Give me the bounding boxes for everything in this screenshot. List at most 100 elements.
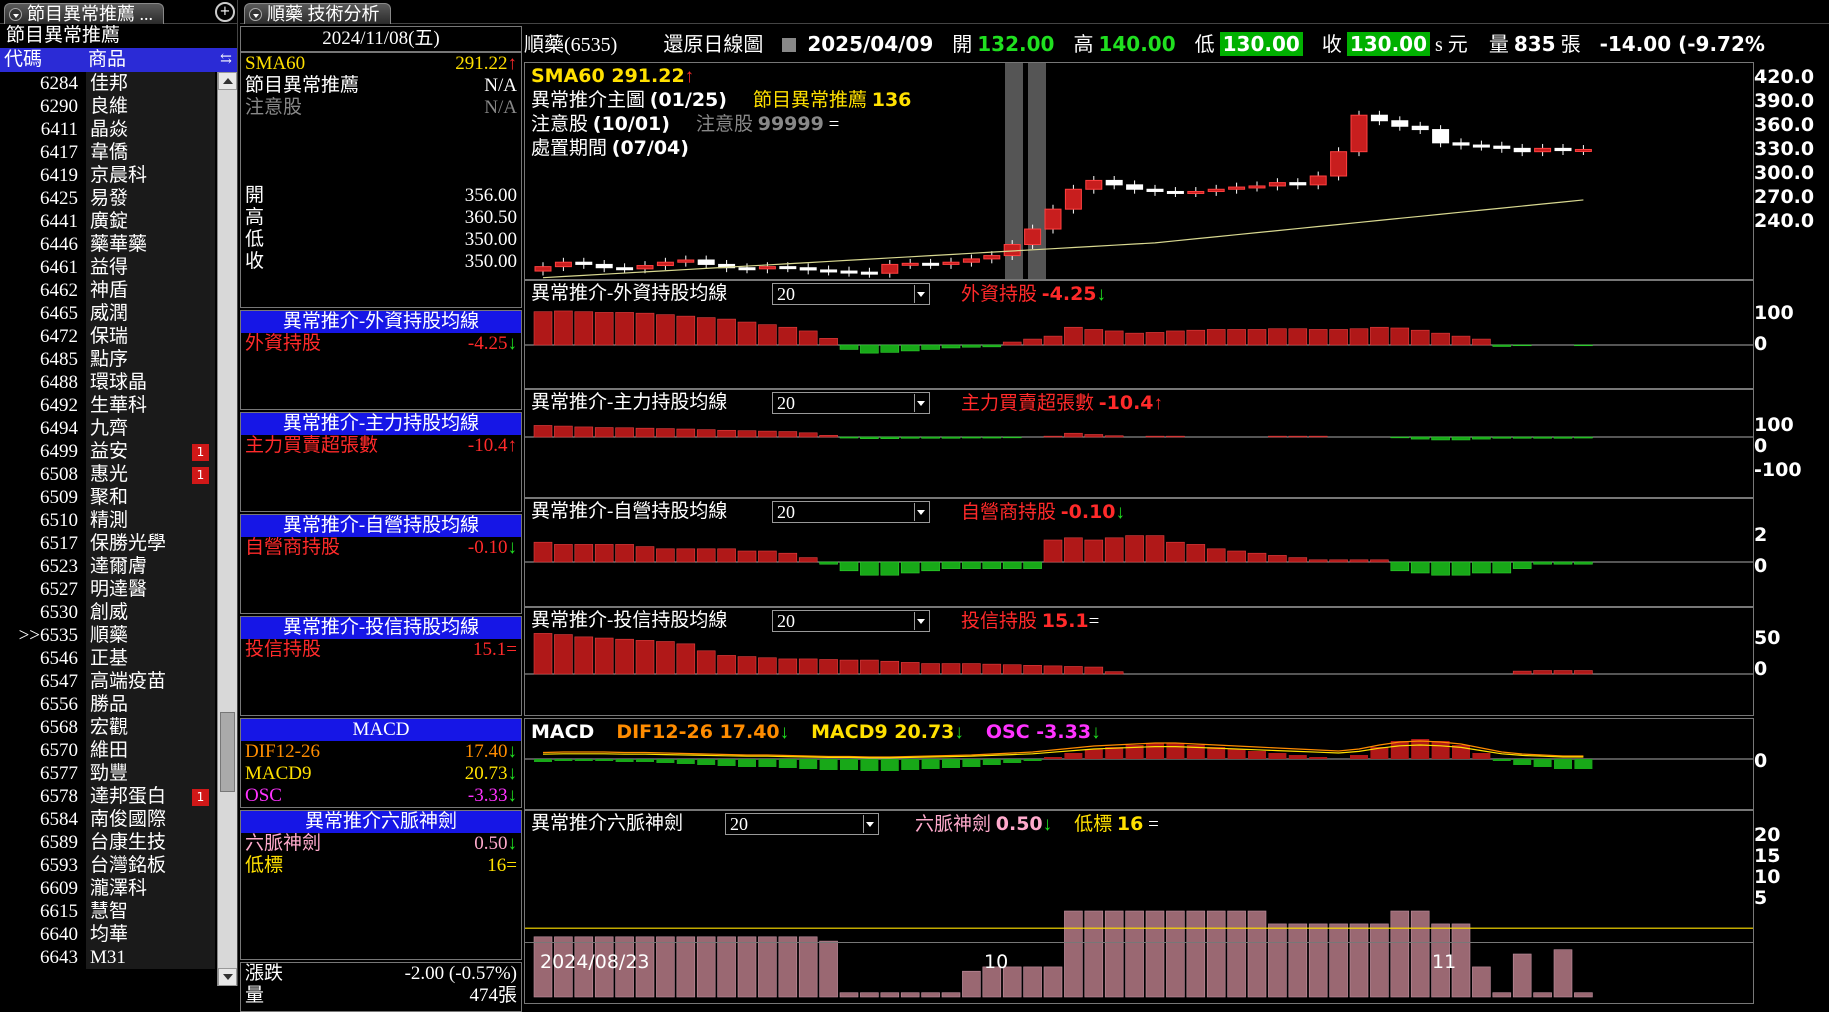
item-code: 6643 (40, 947, 78, 968)
indicator-bar (1472, 561, 1491, 574)
item-name: 神盾 (86, 279, 215, 302)
osc-bar (717, 759, 736, 766)
list-item[interactable]: 6494 九齊 (0, 417, 215, 440)
list-item[interactable]: 6509 聚和 (0, 486, 215, 509)
indicator-bar (880, 561, 900, 576)
list-item[interactable]: 6499 益安 1 (0, 440, 215, 463)
list-item[interactable]: 6492 生華科 (0, 394, 215, 417)
list-item[interactable]: 6446 藥華藥 (0, 233, 215, 256)
period-select[interactable]: 20 (772, 610, 930, 632)
list-item[interactable]: 6643 M31 (0, 946, 215, 969)
list-item[interactable]: 6510 精測 (0, 509, 215, 532)
list-item[interactable]: 6485 點序 (0, 348, 215, 371)
dropdown-icon[interactable] (249, 8, 262, 21)
indicator-panel[interactable]: 異常推介-投信持股均線 20 投信持股 15.1= (524, 607, 1754, 716)
panel-ind-label: 投信持股 (961, 611, 1038, 632)
dropdown-icon[interactable] (9, 8, 22, 21)
indicator-bar (1533, 561, 1552, 565)
list-item[interactable]: 6417 韋僑 (0, 141, 215, 164)
list-item[interactable]: 6589 台康生技 (0, 831, 215, 854)
x-axis: 2024/08/23 10 11 (524, 942, 1754, 986)
indicator-bar (900, 561, 920, 574)
indicator-bar (737, 321, 757, 346)
list-item[interactable]: 6640 均華 (0, 923, 215, 946)
item-name: 明達醫 (86, 578, 215, 601)
list-item[interactable]: 6472 保瑞 (0, 325, 215, 348)
list-item[interactable]: 6584 南俊國際 (0, 808, 215, 831)
list-item[interactable]: 6570 維田 (0, 739, 215, 762)
indicator-bar (1451, 335, 1471, 346)
list-item[interactable]: 6527 明達醫 (0, 578, 215, 601)
list-item[interactable]: 6530 創威 (0, 601, 215, 624)
indicator-bar (1512, 670, 1532, 675)
list-item[interactable]: 6578 達邦蛋白 1 (0, 785, 215, 808)
y-tick-label: 0 (1754, 658, 1768, 680)
list-item[interactable]: 6419 京晨科 (0, 164, 215, 187)
list-tab[interactable]: 節目異常推薦 ... (4, 3, 164, 24)
chart-mode[interactable]: 還原日線圖 (663, 34, 763, 56)
candle-body (1513, 147, 1531, 153)
main-chart-panel[interactable]: SMA60 291.22↑ 異常推介主圖 (01/25) 節目異常推薦 136 注… (524, 62, 1754, 280)
list-item[interactable]: 6517 保勝光學 (0, 532, 215, 555)
macd-panel[interactable]: MACD DIF12-26 17.40↓ MACD9 20.73↓ OSC -3.33… (524, 718, 1754, 810)
list-item[interactable]: 6609 瀧澤科 (0, 877, 215, 900)
column-settings-icon[interactable]: ⇆ (215, 48, 237, 72)
scroll-up-icon[interactable] (218, 72, 237, 90)
list-item[interactable]: 6425 易發 (0, 187, 215, 210)
col-name-header[interactable]: 商品 (80, 48, 215, 72)
candle-body (1228, 186, 1246, 190)
item-name: 保勝光學 (86, 532, 215, 555)
up-arrow-icon: ↑ (507, 53, 518, 74)
list-item[interactable]: 6556 勝品 (0, 693, 215, 716)
y-tick-label: 50 (1754, 627, 1781, 649)
down-arrow-icon: ↓ (507, 833, 518, 854)
osc-bar (758, 759, 777, 767)
list-item[interactable]: 6615 慧智 (0, 900, 215, 923)
ohlc-label: 高 (245, 207, 265, 228)
list-item[interactable]: 6461 益得 (0, 256, 215, 279)
list-item[interactable]: 6441 廣錠 (0, 210, 215, 233)
scroll-thumb[interactable] (220, 712, 235, 792)
list-item[interactable]: 6290 良維 (0, 95, 215, 118)
att-text: 注意股 (531, 114, 589, 135)
list-item[interactable]: 6508 惠光 1 (0, 463, 215, 486)
close-value: 130.00 (1346, 32, 1431, 56)
x-label-oct: 10 (984, 951, 1009, 973)
indicator-bar (1043, 335, 1063, 346)
indicator-panel[interactable]: 異常推介-自營持股均線 20 自營商持股 -0.10↓ (524, 498, 1754, 607)
indicator-bar (533, 633, 553, 675)
period-select[interactable]: 20 (772, 392, 930, 414)
list-item[interactable]: 6546 正基 (0, 647, 215, 670)
list-item[interactable]: 6577 勁豐 (0, 762, 215, 785)
chart-tab[interactable]: 順藥 技術分析 (244, 3, 391, 24)
period-select[interactable]: 20 (772, 501, 930, 523)
list-item[interactable]: 6411 晶焱 (0, 118, 215, 141)
indicator-panel[interactable]: 異常推介-主力持股均線 20 主力買賣超張數 -10.4↑ (524, 389, 1754, 498)
list-item[interactable]: 6284 佳邦 (0, 72, 215, 95)
scroll-down-icon[interactable] (218, 968, 237, 986)
list-item[interactable]: 6523 達爾膚 (0, 555, 215, 578)
col-code-header[interactable]: 代碼 (0, 48, 80, 72)
indicator-bar (941, 663, 961, 675)
list-item[interactable]: 6462 神盾 (0, 279, 215, 302)
six-period-select[interactable]: 20 (725, 813, 879, 835)
panel-ind-label: 自營商持股 (961, 502, 1057, 523)
list-item[interactable]: 6593 台灣銘板 (0, 854, 215, 877)
list-item[interactable]: 6568 宏觀 (0, 716, 215, 739)
indicator-panel[interactable]: 異常推介-外資持股均線 20 外資持股 -4.25↓ (524, 280, 1754, 389)
indicator-bar (717, 429, 736, 438)
item-name: 生華科 (86, 394, 215, 417)
zoom-icon[interactable]: + (215, 2, 235, 22)
checkbox-icon[interactable] (782, 38, 797, 52)
list-scrollbar[interactable] (217, 72, 237, 986)
list-item[interactable]: 6547 高端疫苗 (0, 670, 215, 693)
charts-area: SMA60 291.22↑ 異常推介主圖 (01/25) 節目異常推薦 136 注… (524, 62, 1754, 1004)
list-item[interactable]: 6488 環球晶 (0, 371, 215, 394)
list-item[interactable]: >>6535 順藥 (0, 624, 215, 647)
item-name: 順藥 (86, 624, 215, 647)
six-bar (1492, 992, 1512, 998)
candle-body (922, 262, 940, 266)
indicator-bar (656, 314, 675, 346)
list-item[interactable]: 6465 威潤 (0, 302, 215, 325)
period-select[interactable]: 20 (772, 283, 930, 305)
